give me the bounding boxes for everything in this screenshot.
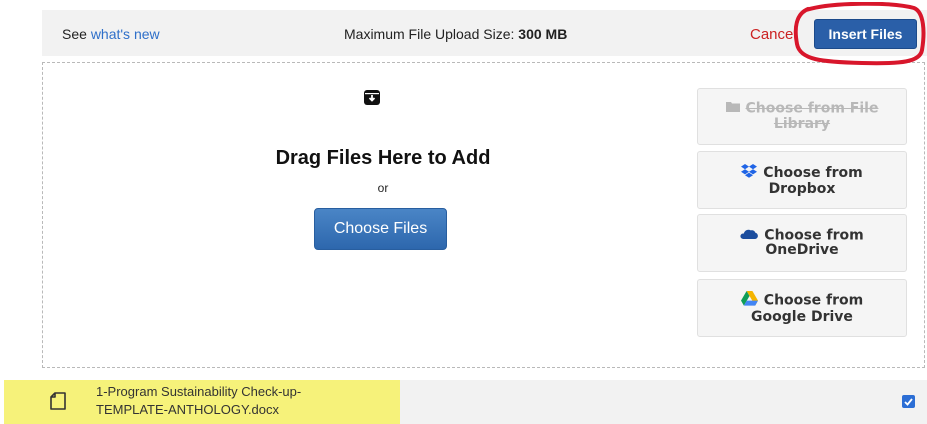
- or-separator: or: [377, 181, 389, 195]
- insert-files-button[interactable]: Insert Files: [814, 19, 917, 49]
- google-drive-icon: [740, 291, 758, 310]
- upload-header: See what's new Maximum File Upload Size:…: [42, 10, 927, 56]
- cancel-button[interactable]: Cance: [750, 26, 793, 43]
- dropbox-icon: [741, 163, 758, 182]
- file-name-line-1: 1-Program Sustainability Check-up-: [96, 384, 302, 399]
- file-select-checkbox[interactable]: [902, 395, 915, 408]
- onedrive-label-1: Choose from: [764, 227, 864, 244]
- file-library-label-2: Library: [773, 115, 831, 132]
- google-drive-label-2: Google Drive: [751, 309, 853, 325]
- choose-from-onedrive-button[interactable]: Choose from OneDrive: [697, 214, 907, 272]
- onedrive-cloud-icon: [740, 228, 759, 243]
- choose-from-file-library-button[interactable]: Choose from File Library: [697, 88, 907, 145]
- file-library-label-1: Choose from File: [745, 100, 879, 117]
- see-whats-new: See what's new: [62, 26, 160, 42]
- choose-files-button[interactable]: Choose Files: [314, 208, 447, 250]
- file-name: 1-Program Sustainability Check-up- TEMPL…: [96, 383, 386, 419]
- file-drop-zone[interactable]: Drag Files Here to Add or Choose Files C…: [42, 62, 925, 368]
- max-size-value: 300 MB: [518, 26, 568, 42]
- whats-new-link[interactable]: what's new: [91, 26, 160, 42]
- folder-icon: [725, 101, 740, 116]
- choose-from-dropbox-button[interactable]: Choose from Dropbox: [697, 151, 907, 209]
- max-size-label: Maximum File Upload Size:: [344, 26, 519, 42]
- choose-from-google-drive-button[interactable]: Choose from Google Drive: [697, 279, 907, 337]
- inbox-download-icon: [364, 90, 380, 105]
- dropbox-label-1: Choose from: [763, 164, 863, 181]
- dropbox-label-2: Dropbox: [768, 180, 836, 197]
- document-icon: [50, 392, 66, 410]
- checkmark-icon: [904, 397, 913, 406]
- google-drive-label-1: Choose from: [763, 292, 864, 309]
- max-upload-size: Maximum File Upload Size: 300 MB: [344, 26, 567, 42]
- see-prefix: See: [62, 26, 91, 42]
- drag-files-title: Drag Files Here to Add: [275, 147, 491, 169]
- file-name-line-2: TEMPLATE-ANTHOLOGY.docx: [96, 402, 280, 417]
- onedrive-label-2: OneDrive: [765, 242, 839, 259]
